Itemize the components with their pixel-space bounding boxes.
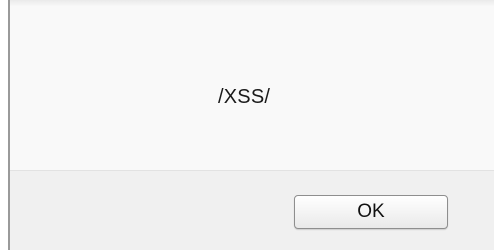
dialog-footer: OK [10,170,494,250]
dialog-message: /XSS/ [218,86,271,108]
alert-dialog: /XSS/ OK [0,0,494,250]
dialog-message-area: /XSS/ [10,6,494,170]
dialog-left-border [0,0,10,250]
ok-button[interactable]: OK [294,195,448,229]
